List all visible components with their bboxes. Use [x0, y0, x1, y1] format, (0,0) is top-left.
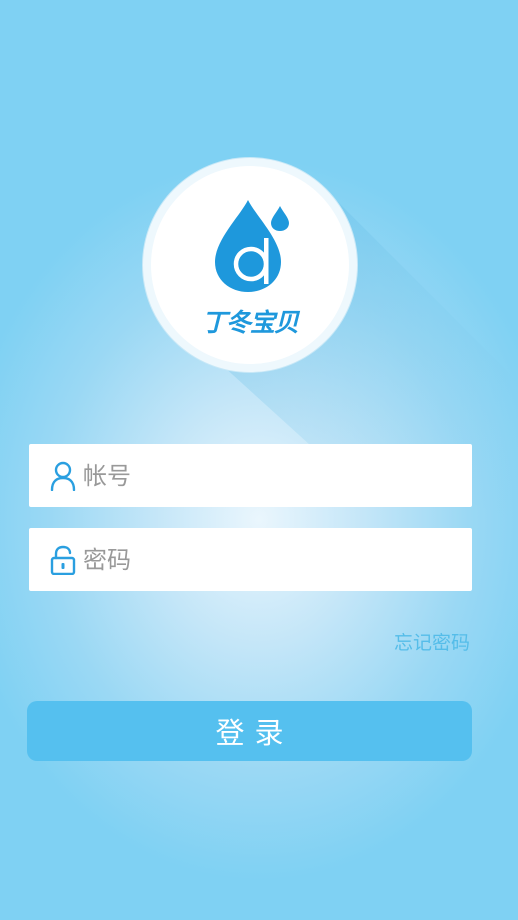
- login-button[interactable]: 登录: [27, 701, 472, 761]
- forgot-password-link[interactable]: 忘记密码: [394, 628, 470, 655]
- account-field[interactable]: [29, 444, 472, 507]
- account-input[interactable]: [83, 444, 453, 507]
- password-field[interactable]: [29, 528, 472, 591]
- user-icon: [50, 461, 76, 491]
- brand-name: 丁冬宝贝: [201, 308, 299, 337]
- login-screen: 丁冬宝贝 忘记密码 登录: [0, 0, 518, 920]
- lock-icon: [50, 545, 76, 575]
- water-drop-logo-icon: [215, 200, 289, 292]
- password-input[interactable]: [83, 528, 453, 591]
